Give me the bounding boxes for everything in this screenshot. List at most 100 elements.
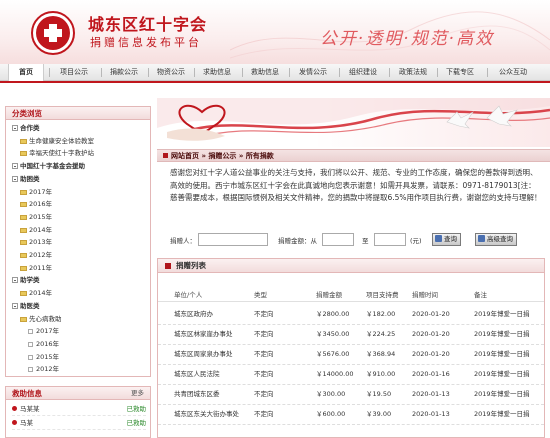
nav-item[interactable]: 救助信息 (245, 64, 285, 81)
tree-item-label: 助医类 (20, 301, 40, 310)
nav-item[interactable]: 首页 (8, 64, 44, 82)
tree-item[interactable]: 2016年 (28, 338, 59, 350)
amount-to-input[interactable] (374, 233, 406, 246)
nav-item[interactable]: 发情公示 (292, 64, 334, 81)
amount-from-input[interactable] (322, 233, 354, 246)
unit-label: (元) (410, 237, 422, 245)
amount-to-label: 至 (362, 237, 369, 245)
advanced-query-label: 高级查询 (487, 235, 513, 243)
table-cell: ￥300.00 (316, 390, 346, 398)
table-cell: 2020-01-16 (412, 370, 450, 378)
nav-item[interactable]: 公众互动 (490, 64, 536, 81)
tree-item-label: 2014年 (29, 289, 53, 298)
table-row[interactable]: 城东区政府办 不定向 ￥2800.00 ￥182.00 2020-01-20 2019年博… (158, 303, 544, 325)
column-header: 捐赠金额 (316, 291, 342, 299)
leaf-icon (28, 354, 33, 360)
folder-icon (20, 265, 27, 271)
nav-item[interactable]: 项目公示 (52, 64, 96, 81)
help-item[interactable]: 马某 已救助 (12, 417, 146, 430)
breadcrumb-home[interactable]: 网站首页 (171, 152, 199, 160)
folder-icon (20, 138, 27, 144)
folder-icon (20, 291, 27, 297)
table-cell: ￥910.00 (366, 370, 396, 378)
nav-item[interactable]: 求助信息 (197, 64, 237, 81)
table-cell: 城东区人民法院 (174, 370, 220, 378)
tree-item-label: 助困类 (20, 174, 40, 183)
tree-item-label: 2012年 (36, 365, 60, 374)
nav-item[interactable]: 政策法规 (392, 64, 434, 81)
nav-item[interactable]: 捐款公示 (104, 64, 144, 81)
nav-item[interactable]: 组织建设 (342, 64, 384, 81)
tree-item[interactable]: 中国红十字基金会援助 (12, 160, 85, 172)
advanced-query-button[interactable]: 高级查询 (475, 233, 517, 246)
nav-item[interactable]: 物资公示 (151, 64, 191, 81)
tree-item-label: 2016年 (29, 200, 53, 209)
table-cell: 不定向 (254, 410, 274, 418)
tree-item-label: 先心病救助 (29, 314, 62, 323)
intro-text: 感谢您对红十字人道公益事业的关注与支持，我们将以公开、规范、专业的工作态度，确保… (170, 168, 542, 202)
tree-item[interactable]: 2017年 (28, 325, 59, 337)
tree-item[interactable]: 2013年 (20, 236, 52, 248)
tree-item[interactable]: 幸福天使红十字救护站 (20, 147, 94, 159)
tree-item[interactable]: 2014年 (20, 224, 52, 236)
table-cell: 2019年博爱一日捐 (474, 330, 530, 338)
tree-item[interactable]: 2014年 (20, 287, 52, 299)
help-item-status: 已救助 (126, 405, 147, 413)
tree-item[interactable]: 助学类 (12, 274, 40, 286)
table-cell: 不定向 (254, 310, 274, 318)
tree-item[interactable]: 助医类 (12, 300, 40, 312)
column-header: 捐赠时间 (412, 291, 438, 299)
tree-item-label: 2012年 (29, 251, 53, 259)
table-cell: ￥19.50 (366, 390, 392, 398)
tree-item[interactable]: 生命健康安全体验教室 (20, 135, 94, 147)
table-cell: ￥3450.00 (316, 330, 350, 338)
nav-item[interactable]: 下载专区 (440, 64, 480, 81)
table-cell: 不定向 (254, 330, 274, 338)
tree-item[interactable]: 2012年 (28, 363, 59, 375)
table-row[interactable]: 城东区东关大街办事处 不定向 ￥600.00 ￥39.00 2020-01-13 2019… (158, 403, 544, 425)
help-more-link[interactable]: 更多 (131, 387, 144, 400)
site-title: 城东区红十字会 (88, 15, 208, 34)
table-cell: 2020-01-13 (412, 390, 450, 398)
tree-item[interactable]: 2015年 (28, 351, 59, 363)
donor-input[interactable] (198, 233, 268, 246)
list-icon (165, 263, 171, 269)
leaf-icon (28, 341, 33, 347)
folder-icon (20, 189, 27, 195)
tree-item[interactable]: 合作类 (12, 122, 40, 134)
table-row[interactable]: 城东区周家泉办事处 不定向 ￥5676.00 ￥368.94 2020-01-20 201… (158, 343, 544, 365)
tree-item[interactable]: 2016年 (20, 198, 52, 210)
tree-item[interactable]: 2015年 (20, 211, 52, 223)
help-item-name: 马某某 (20, 405, 40, 413)
tree-item[interactable]: 2012年 (20, 249, 52, 261)
table-cell: 2019年博爱一日捐 (474, 390, 530, 398)
red-cross-logo[interactable] (31, 11, 75, 55)
help-item[interactable]: 马某某 已救助 (12, 403, 146, 416)
tree-item-label: 2014年 (29, 225, 53, 234)
column-header: 项目支持费 (366, 291, 399, 299)
folder-icon (20, 253, 27, 258)
banner (157, 98, 550, 147)
table-cell: ￥39.00 (366, 410, 392, 418)
tree-item[interactable]: 先心病救助 (20, 313, 62, 325)
table-row[interactable]: 共青团城东区委 不定向 ￥300.00 ￥19.50 2020-01-13 2019年博爱… (158, 383, 544, 405)
amount-label: 捐赠金额：从 (278, 237, 317, 245)
help-item-status: 已救助 (126, 419, 147, 427)
tree-item-label: 2017年 (36, 327, 60, 336)
table-cell: 共青团城东区委 (174, 390, 220, 398)
tree-item[interactable]: 助困类 (12, 173, 40, 185)
collapse-icon (12, 277, 18, 284)
tree-item[interactable]: 2011年 (20, 262, 52, 274)
tree-item[interactable]: 2017年 (20, 186, 52, 198)
breadcrumb-donation[interactable]: 捐赠公示 (208, 152, 236, 160)
table-row[interactable]: 城东区林家崖办事处 不定向 ￥3450.00 ￥224.25 2020-01-20 201… (158, 323, 544, 345)
tree-item-label: 2016年 (36, 339, 60, 348)
query-button[interactable]: 查询 (432, 233, 461, 246)
table-cell: ￥368.94 (366, 350, 396, 358)
help-panel-title: 救助信息 (12, 389, 42, 398)
table-row[interactable]: 城东区人民法院 不定向 ￥14000.00 ￥910.00 2020-01-16 2019… (158, 363, 544, 385)
table-cell: 城东区东关大街办事处 (174, 410, 239, 418)
tree-item-label: 2011年 (29, 263, 53, 272)
table-cell: ￥2800.00 (316, 310, 350, 318)
main-nav: 首页 项目公示 捐款公示 物资公示 求助信息 救助信息 发情公示 组织建设 政策法规 下载专区 公众… (0, 64, 550, 82)
